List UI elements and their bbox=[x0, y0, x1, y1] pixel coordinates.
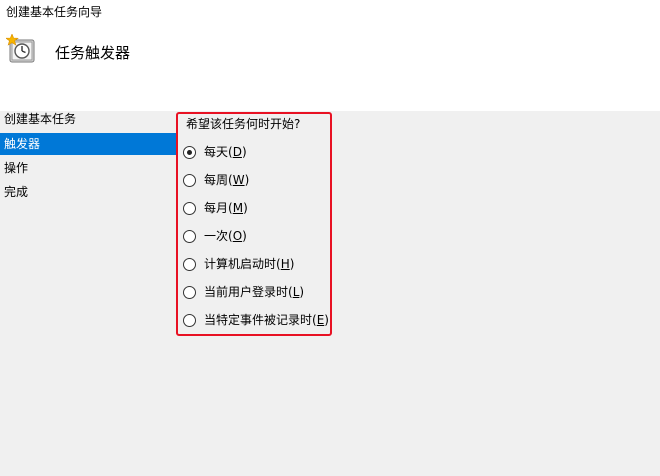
clock-star-icon bbox=[6, 34, 35, 63]
radio-option-computer-startup[interactable]: 计算机启动时(H) bbox=[183, 256, 329, 284]
radio-option-weekly[interactable]: 每周(W) bbox=[183, 172, 329, 200]
nav-step-trigger[interactable]: 触发器 bbox=[0, 133, 176, 155]
radio-button-monthly[interactable] bbox=[183, 202, 196, 215]
radio-button-computer-startup[interactable] bbox=[183, 258, 196, 271]
radio-option-event-logged[interactable]: 当特定事件被记录时(E) bbox=[183, 312, 329, 340]
radio-option-monthly[interactable]: 每月(M) bbox=[183, 200, 329, 228]
wizard-steps-nav: 创建基本任务 触发器 操作 完成 bbox=[0, 111, 176, 205]
radio-label-once[interactable]: 一次(O) bbox=[204, 228, 247, 244]
page-title: 任务触发器 bbox=[55, 44, 131, 62]
nav-step-finish[interactable]: 完成 bbox=[0, 181, 176, 203]
radio-label-computer-startup[interactable]: 计算机启动时(H) bbox=[204, 256, 294, 272]
radio-option-user-logon[interactable]: 当前用户登录时(L) bbox=[183, 284, 329, 312]
radio-option-once[interactable]: 一次(O) bbox=[183, 228, 329, 256]
wizard-header: 创建基本任务向导 任务触发器 bbox=[0, 0, 660, 111]
radio-option-daily[interactable]: 每天(D) bbox=[183, 144, 329, 172]
radio-button-weekly[interactable] bbox=[183, 174, 196, 187]
radio-label-user-logon[interactable]: 当前用户登录时(L) bbox=[204, 284, 304, 300]
radio-button-event-logged[interactable] bbox=[183, 314, 196, 327]
radio-button-once[interactable] bbox=[183, 230, 196, 243]
window-title: 创建基本任务向导 bbox=[6, 5, 103, 19]
radio-label-event-logged[interactable]: 当特定事件被记录时(E) bbox=[204, 312, 329, 328]
radio-label-daily[interactable]: 每天(D) bbox=[204, 144, 247, 160]
trigger-question: 希望该任务何时开始? bbox=[186, 117, 301, 131]
nav-step-create-basic-task[interactable]: 创建基本任务 bbox=[0, 111, 176, 131]
radio-button-daily[interactable] bbox=[183, 146, 196, 159]
radio-label-monthly[interactable]: 每月(M) bbox=[204, 200, 248, 216]
radio-label-weekly[interactable]: 每周(W) bbox=[204, 172, 249, 188]
trigger-options-panel: 希望该任务何时开始? 每天(D) 每周(W) 每月(M) 一次(O) 计算机启动… bbox=[176, 112, 332, 336]
radio-button-user-logon[interactable] bbox=[183, 286, 196, 299]
nav-step-action[interactable]: 操作 bbox=[0, 157, 176, 179]
trigger-radio-group: 每天(D) 每周(W) 每月(M) 一次(O) 计算机启动时(H) 当前用户登录… bbox=[183, 144, 329, 340]
